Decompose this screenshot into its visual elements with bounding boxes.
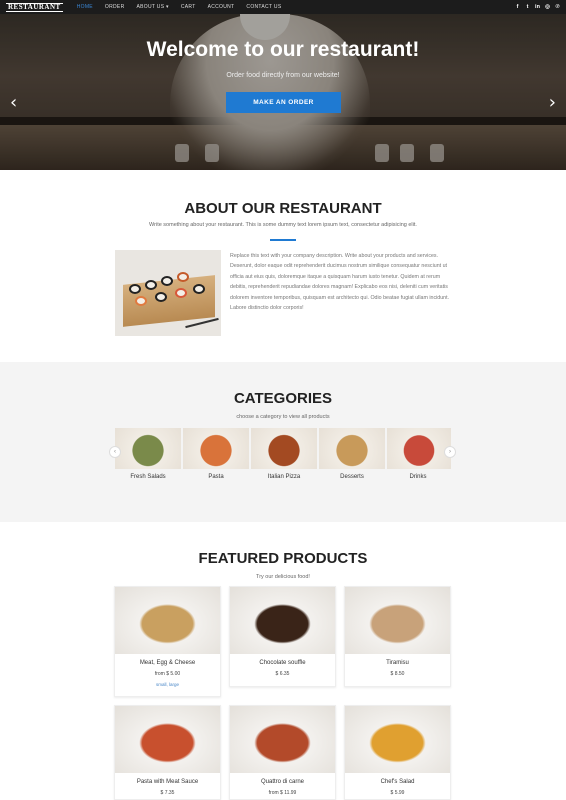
product-card[interactable]: Tiramisu $ 8.50	[344, 586, 451, 687]
category-label[interactable]: Desserts	[319, 474, 385, 480]
categories-next-icon[interactable]: ›	[444, 446, 456, 458]
product-name[interactable]: Pasta with Meat Sauce	[115, 779, 220, 785]
product-name[interactable]: Chef's Salad	[345, 779, 450, 785]
category-label[interactable]: Fresh Salads	[115, 474, 181, 480]
featured-title: FEATURED PRODUCTS	[198, 550, 368, 567]
sushi-roll	[129, 284, 141, 294]
nav-home[interactable]: HOME	[71, 4, 99, 10]
category-drinks[interactable]	[387, 428, 451, 469]
category-italian-pizza[interactable]	[251, 428, 317, 469]
product-card[interactable]: Meat, Egg & Cheese from $ 5.00 small, la…	[114, 586, 221, 697]
product-card[interactable]: Chocolate souffle $ 6.35	[229, 586, 336, 687]
category-label[interactable]: Pasta	[183, 474, 249, 480]
about-sushi-image	[115, 250, 221, 336]
product-image[interactable]	[230, 587, 335, 654]
product-image[interactable]	[230, 706, 335, 773]
nav-about-us[interactable]: ABOUT US ▾	[130, 4, 174, 10]
category-pasta[interactable]	[183, 428, 249, 469]
product-price: from $ 11.99	[268, 790, 297, 796]
hero-subtitle: Order food directly from our website!	[226, 72, 340, 79]
social-links: f t in ◎ ℗	[515, 4, 560, 10]
top-navbar: RESTAURANT HOME ORDER ABOUT US ▾ CART AC…	[0, 0, 566, 14]
featured-subtitle: Try our delicious food!	[256, 574, 310, 580]
product-price: from $ 5.00	[154, 671, 181, 677]
sushi-roll	[193, 284, 205, 294]
nav-contact-us[interactable]: CONTACT US	[240, 4, 287, 10]
pinterest-icon[interactable]: ℗	[555, 4, 560, 10]
make-order-button[interactable]: MAKE AN ORDER	[226, 92, 341, 113]
product-image[interactable]	[345, 706, 450, 773]
about-description: Replace this text with your company desc…	[230, 253, 450, 312]
product-image[interactable]	[115, 587, 220, 654]
sushi-roll	[177, 272, 189, 282]
about-subtitle: Write something about your restaurant. T…	[149, 222, 417, 228]
categories-title: CATEGORIES	[233, 390, 333, 407]
product-image[interactable]	[115, 706, 220, 773]
product-price: $ 5.99	[390, 790, 405, 796]
linkedin-icon[interactable]: in	[535, 4, 540, 10]
instagram-icon[interactable]: ◎	[545, 4, 550, 10]
sushi-roll	[175, 288, 187, 298]
sushi-roll	[155, 292, 167, 302]
sushi-roll	[135, 296, 147, 306]
product-price: $ 8.50	[390, 671, 405, 677]
category-label[interactable]: Italian Pizza	[251, 474, 317, 480]
main-menu: HOME ORDER ABOUT US ▾ CART ACCOUNT CONTA…	[71, 4, 288, 10]
twitter-icon[interactable]: t	[525, 4, 530, 10]
category-desserts[interactable]	[319, 428, 385, 469]
product-name[interactable]: Quattro di carne	[230, 779, 335, 785]
nav-account[interactable]: ACCOUNT	[202, 4, 241, 10]
product-image[interactable]	[345, 587, 450, 654]
product-card[interactable]: Quattro di carne from $ 11.99	[229, 705, 336, 800]
category-label[interactable]: Drinks	[385, 474, 451, 480]
product-price: $ 6.35	[275, 671, 290, 677]
hero-prev-arrow-icon[interactable]: ‹	[10, 94, 17, 112]
hero-title: Welcome to our restaurant!	[146, 38, 420, 61]
site-logo[interactable]: RESTAURANT	[6, 2, 63, 12]
product-card[interactable]: Pasta with Meat Sauce $ 7.35	[114, 705, 221, 800]
about-divider	[270, 239, 296, 241]
sushi-roll	[145, 280, 157, 290]
sushi-roll	[161, 276, 173, 286]
product-card[interactable]: Chef's Salad $ 5.99	[344, 705, 451, 800]
product-name[interactable]: Tiramisu	[345, 660, 450, 666]
facebook-icon[interactable]: f	[515, 4, 520, 10]
categories-subtitle: choose a category to view all products	[236, 414, 330, 420]
nav-order[interactable]: ORDER	[99, 4, 131, 10]
category-fresh-salads[interactable]	[115, 428, 181, 469]
product-name[interactable]: Chocolate souffle	[230, 660, 335, 666]
nav-cart[interactable]: CART	[175, 4, 202, 10]
categories-prev-icon[interactable]: ‹	[109, 446, 121, 458]
product-price: $ 7.35	[160, 790, 175, 796]
product-options[interactable]: small, large	[115, 682, 220, 687]
product-name[interactable]: Meat, Egg & Cheese	[115, 660, 220, 666]
about-title: ABOUT OUR RESTAURANT	[184, 200, 382, 217]
hero-next-arrow-icon[interactable]: ›	[549, 94, 556, 112]
